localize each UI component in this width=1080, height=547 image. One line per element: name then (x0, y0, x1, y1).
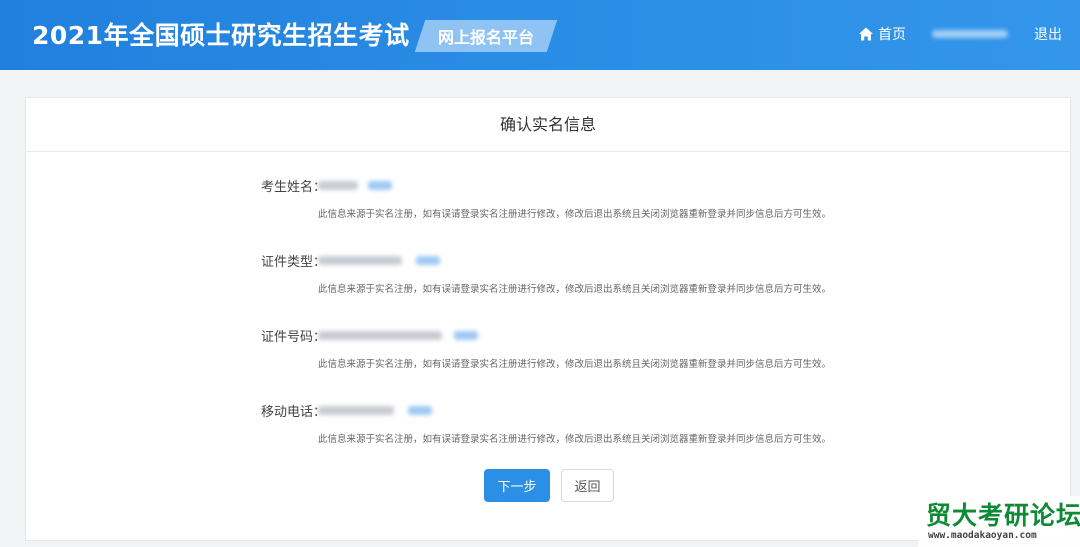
forum-watermark: 贸大考研论坛 www.maodakaoyan.com (918, 496, 1080, 547)
field-note-id-type: 此信息来源于实名注册，如有误请登录实名注册进行修改，修改后退出系统且关闭浏览器重… (318, 284, 832, 295)
field-note-name: 此信息来源于实名注册，如有误请登录实名注册进行修改，修改后退出系统且关闭浏览器重… (318, 209, 832, 220)
watermark-title: 贸大考研论坛 (926, 501, 1080, 530)
field-edit-link-mobile[interactable] (408, 406, 432, 415)
platform-tag-label: 网上报名平台 (437, 28, 534, 47)
real-name-info-panel: 确认实名信息 考生姓名： 此信息来源于实名注册，如有误请登录实名注册进行修改，修… (25, 97, 1071, 541)
field-row-id-type: 证件类型： 此信息来源于实名注册，如有误请登录实名注册进行修改，修改后退出系统且… (26, 251, 1070, 321)
field-value-name-redacted (318, 181, 358, 190)
field-row-name: 考生姓名： 此信息来源于实名注册，如有误请登录实名注册进行修改，修改后退出系统且… (26, 176, 1070, 246)
logout-link[interactable]: 退出 (1034, 24, 1062, 44)
home-icon (859, 27, 873, 41)
field-label-id-type: 证件类型： (260, 255, 326, 270)
watermark-url: www.maodakaoyan.com (928, 530, 1037, 541)
field-label-mobile: 移动电话： (260, 405, 326, 420)
site-title: 2021年全国硕士研究生招生考试 (32, 21, 410, 50)
field-value-id-type-redacted (318, 256, 402, 265)
field-value-id-number-redacted (318, 331, 442, 340)
field-label-name: 考生姓名： (260, 180, 326, 195)
field-label-id-number: 证件号码： (260, 330, 326, 345)
field-edit-link-id-number[interactable] (454, 331, 478, 340)
nav-home-label: 首页 (878, 27, 906, 43)
back-button[interactable]: 返回 (561, 469, 614, 502)
field-row-id-number: 证件号码： 此信息来源于实名注册，如有误请登录实名注册进行修改，修改后退出系统且… (26, 326, 1070, 396)
field-edit-link-name[interactable] (368, 181, 392, 190)
panel-title: 确认实名信息 (26, 98, 1070, 152)
next-step-button[interactable]: 下一步 (484, 469, 550, 502)
nav-home-link[interactable]: 首页 (858, 24, 906, 44)
field-edit-link-id-type[interactable] (416, 256, 440, 265)
field-note-id-number: 此信息来源于实名注册，如有误请登录实名注册进行修改，修改后退出系统且关闭浏览器重… (318, 359, 832, 370)
user-name-redacted (932, 30, 1008, 38)
field-note-mobile: 此信息来源于实名注册，如有误请登录实名注册进行修改，修改后退出系统且关闭浏览器重… (318, 434, 832, 445)
field-value-mobile-redacted (318, 406, 394, 415)
top-header: 2021年全国硕士研究生招生考试 网上报名平台 首页 退出 (0, 0, 1080, 70)
field-row-mobile: 移动电话： 此信息来源于实名注册，如有误请登录实名注册进行修改，修改后退出系统且… (26, 401, 1070, 471)
